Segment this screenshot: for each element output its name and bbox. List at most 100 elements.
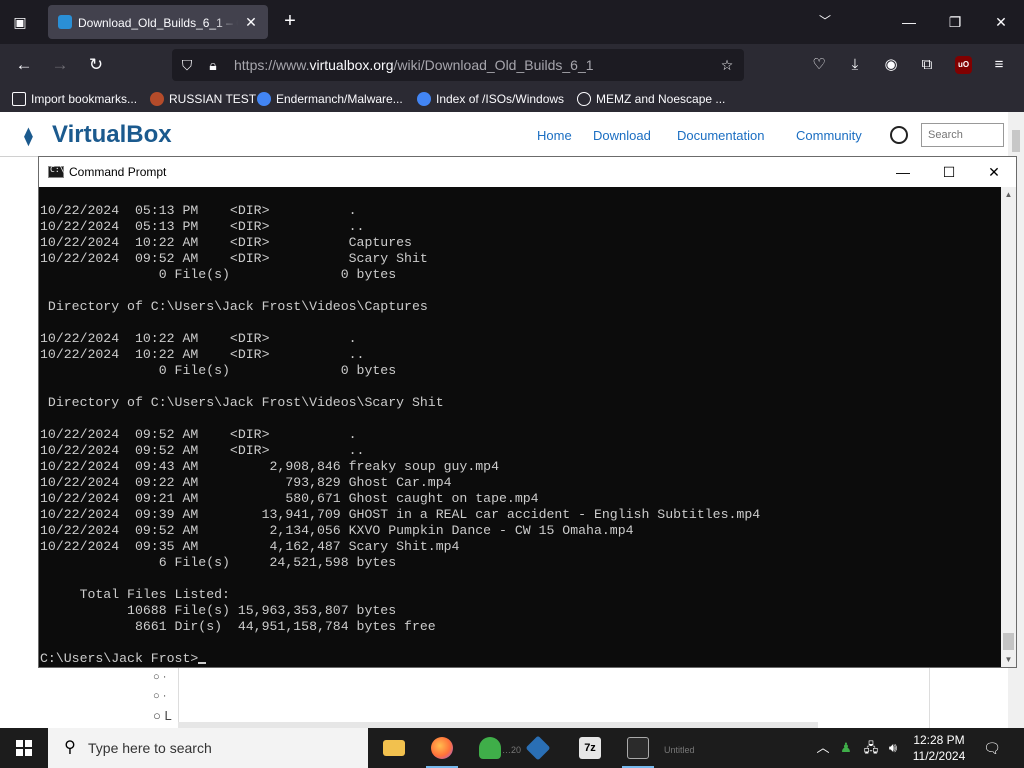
windows-logo-icon [16, 740, 32, 756]
bookmark-label: RUSSIAN TEST [169, 92, 257, 106]
taskbar-clock[interactable]: 12:28 PM 11/2/2024 [906, 732, 972, 764]
cmd-close-button[interactable]: ✕ [971, 157, 1017, 187]
new-tab-button[interactable]: + [278, 10, 302, 34]
clock-date: 11/2/2024 [912, 749, 966, 763]
taskbar-ghost-label: Untitled [664, 745, 695, 755]
url-bar[interactable]: ⛉ 🔒︎ https://www.virtualbox.org/wiki/Dow… [172, 49, 744, 81]
list-item: ○ · [153, 671, 167, 683]
scroll-up-arrow-icon[interactable]: ▲ [1001, 187, 1016, 202]
bookmark-label: MEMZ and Noescape ... [596, 92, 726, 106]
users-icon [479, 737, 501, 759]
virtualbox-logo-icon[interactable]: ⧫ [24, 125, 46, 147]
cmd-maximize-button[interactable]: ☐ [926, 157, 972, 187]
minimize-button[interactable]: — [886, 0, 932, 44]
restore-button[interactable]: ❐ [932, 0, 978, 44]
taskbar: ⚲ Type here to search …20 7z Untitled ︿ … [0, 728, 1024, 768]
cmd-titlebar[interactable]: C:\ Command Prompt — ☐ ✕ [39, 157, 1016, 187]
taskbar-virtualbox[interactable] [514, 728, 562, 768]
forward-arrow-icon[interactable]: → [46, 52, 74, 78]
browser-navbar: ← → ↻ ⛉ 🔒︎ https://www.virtualbox.org/wi… [0, 44, 1024, 86]
taskbar-search-box[interactable]: ⚲ Type here to search [48, 728, 368, 768]
cmd-scrollbar[interactable]: ▲ ▼ [1001, 187, 1016, 667]
tab-title: Download_Old_Builds_6_1 – Oracle Virtual… [78, 16, 238, 30]
bookmark-label: Endermanch/Malware... [276, 92, 403, 106]
google-icon [417, 92, 431, 106]
command-prompt-window[interactable]: C:\ Command Prompt — ☐ ✕ 10/22/2024 05:1… [38, 156, 1017, 668]
firefox-icon [431, 737, 453, 759]
tab-close-icon[interactable]: ✕ [242, 13, 260, 31]
notification-icon[interactable]: 🗨︎ [982, 738, 1002, 758]
search-icon: ⚲ [64, 739, 76, 756]
cmd-title: Command Prompt [69, 165, 167, 179]
bookmark-import[interactable]: Import bookmarks... [12, 90, 137, 108]
taskbar-command-prompt[interactable]: Untitled [614, 728, 695, 768]
taskbar-7zip[interactable]: 7z [566, 728, 614, 768]
site-header: ⧫ VirtualBox Home Download Documentation… [0, 112, 1010, 160]
cmd-scrollbar-thumb[interactable] [1003, 633, 1014, 650]
pocket-icon[interactable]: ♡ [806, 52, 832, 78]
cmd-prompt: C:\Users\Jack Frost> [40, 651, 199, 666]
cmd-icon[interactable]: C:\ [48, 165, 64, 178]
ublock-origin-icon[interactable]: uO [955, 56, 972, 74]
extensions-icon[interactable]: ⧉ [914, 52, 940, 78]
download-icon[interactable]: ⤓ [842, 52, 868, 78]
import-icon [12, 92, 26, 106]
taskbar-firefox[interactable] [418, 728, 466, 768]
start-button[interactable] [0, 728, 48, 768]
url-path: /wiki/Download_Old_Builds_6_1 [393, 57, 594, 73]
url-scheme: https://www. [234, 57, 310, 73]
url-text[interactable]: https://www.virtualbox.org/wiki/Download… [234, 57, 594, 73]
nav-community[interactable]: Community [796, 128, 862, 144]
volume-icon[interactable]: 🔊︎ [884, 739, 902, 757]
nav-home[interactable]: Home [537, 128, 572, 144]
bookmark-favicon-icon [150, 92, 164, 106]
scroll-down-arrow-icon[interactable]: ▼ [1001, 652, 1016, 667]
user-icon[interactable] [890, 126, 908, 144]
nav-download[interactable]: Download [593, 128, 651, 144]
virtualbox-favicon-icon [58, 15, 72, 29]
bookmark-endermanch[interactable]: Endermanch/Malware... [257, 90, 403, 108]
clock-time: 12:28 PM [913, 733, 965, 747]
url-domain: virtualbox.org [309, 57, 394, 73]
chevron-down-icon[interactable]: ﹀ [814, 12, 836, 32]
page-scrollbar-thumb[interactable] [1012, 130, 1020, 152]
bookmark-label: Import bookmarks... [31, 92, 138, 106]
google-icon [257, 92, 271, 106]
lock-icon[interactable]: 🔒︎ [204, 56, 222, 74]
green-tray-icon[interactable]: ♟ [837, 739, 855, 757]
chevron-up-icon[interactable]: ︿ [814, 739, 832, 757]
hamburger-menu-icon[interactable]: ≡ [986, 52, 1012, 78]
site-search-input[interactable] [921, 123, 1004, 147]
site-logo[interactable]: VirtualBox [52, 121, 172, 149]
taskbar-search-placeholder: Type here to search [88, 740, 212, 756]
network-icon[interactable]: 🖧︎ [862, 739, 880, 757]
7zip-icon: 7z [579, 737, 601, 759]
folder-icon [383, 740, 405, 756]
nav-documentation[interactable]: Documentation [677, 128, 764, 144]
cmd-console[interactable]: 10/22/2024 05:13 PM <DIR> . 10/22/2024 0… [39, 187, 1001, 667]
taskbar-green-app[interactable]: …20 [466, 728, 521, 768]
account-icon[interactable]: ◉ [878, 52, 904, 78]
bookmark-memz[interactable]: MEMZ and Noescape ... [577, 90, 725, 108]
cmd-output-lines: 10/22/2024 05:13 PM <DIR> . 10/22/2024 0… [40, 203, 761, 634]
browser-tabstrip: ▣ Download_Old_Builds_6_1 – Oracle Virtu… [0, 0, 1024, 44]
list-item: ○ L [153, 708, 172, 723]
bookmarks-bar: Import bookmarks... RUSSIAN TEST Enderma… [0, 86, 1024, 112]
bookmark-russian-test[interactable]: RUSSIAN TEST [150, 90, 256, 108]
cmd-output: 10/22/2024 05:13 PM <DIR> . 10/22/2024 0… [40, 203, 760, 667]
globe-icon [577, 92, 591, 106]
virtualbox-cube-icon [525, 735, 551, 761]
bookmark-star-icon[interactable]: ☆ [718, 56, 736, 74]
back-arrow-icon[interactable]: ← [10, 52, 38, 78]
close-window-button[interactable]: ✕ [978, 0, 1024, 44]
cmd-minimize-button[interactable]: — [880, 157, 926, 187]
reload-icon[interactable]: ↻ [82, 52, 110, 78]
cmd-app-icon [627, 737, 649, 759]
list-item: ○ · [153, 690, 167, 702]
cmd-cursor [198, 662, 207, 664]
browser-tab-active[interactable]: Download_Old_Builds_6_1 – Oracle Virtual… [48, 5, 268, 39]
tracking-shield-icon[interactable]: ⛉ [178, 56, 196, 74]
tab-list-icon[interactable]: ▣ [8, 10, 32, 34]
bookmark-index-isos[interactable]: Index of /ISOs/Windows [417, 90, 564, 108]
taskbar-file-explorer[interactable] [370, 728, 418, 768]
